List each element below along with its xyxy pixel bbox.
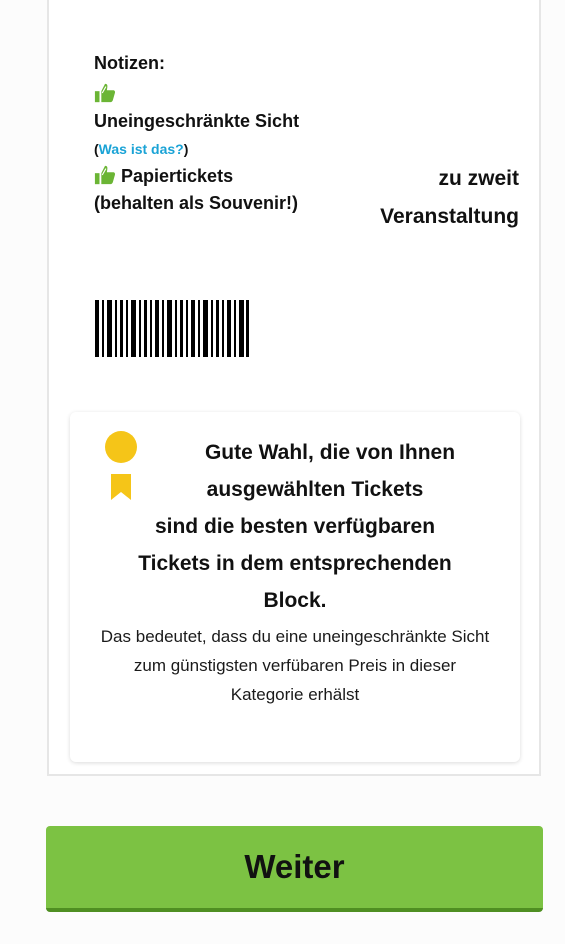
info-box-title: Gute Wahl, die von Ihnen ausgewählten Ti… — [90, 434, 500, 619]
quantity-label: zu zweit — [438, 167, 519, 190]
unobstructed-view-label: Uneingeschränkte Sicht — [94, 111, 300, 131]
thumbs-up-icon — [94, 165, 116, 185]
event-label: Veranstaltung — [380, 205, 519, 228]
info-box-title-line: ausgewählten Tickets — [206, 478, 424, 501]
note-unobstructed-view — [94, 81, 304, 108]
ticket-quantity-info: zu zweit Veranstaltung — [380, 160, 519, 236]
info-paren-close: ) — [183, 141, 189, 157]
notes-heading: Notizen: — [94, 53, 165, 73]
paper-tickets-label: Papiertickets (behalten als Souvenir!) — [94, 166, 299, 213]
note-unobstructed-text: Uneingeschränkte Sicht (Was ist das?) — [94, 108, 304, 163]
notes-section: Notizen: Uneingeschränkte Sicht (Was ist… — [94, 50, 304, 217]
thumbs-up-icon — [94, 83, 116, 103]
what-is-this-link[interactable]: Was ist das? — [99, 141, 184, 157]
barcode-icon — [95, 300, 249, 357]
note-paper-tickets: Papiertickets (behalten als Souvenir!) — [94, 163, 304, 217]
ticket-page: Notizen: Uneingeschränkte Sicht (Was ist… — [0, 0, 565, 944]
info-box-title-line: Block. — [263, 589, 327, 612]
best-tickets-info-box: Gute Wahl, die von Ihnen ausgewählten Ti… — [70, 412, 520, 762]
continue-button[interactable]: Weiter — [46, 826, 543, 912]
info-box-title-line: sind die besten verfügbaren — [154, 515, 436, 538]
info-box-title-line: Gute Wahl, die von Ihnen — [204, 441, 456, 464]
info-box-description: Das bedeutet, dass du eine uneingeschrän… — [100, 627, 490, 704]
info-box-title-line: Tickets in dem entsprechenden — [138, 552, 452, 575]
